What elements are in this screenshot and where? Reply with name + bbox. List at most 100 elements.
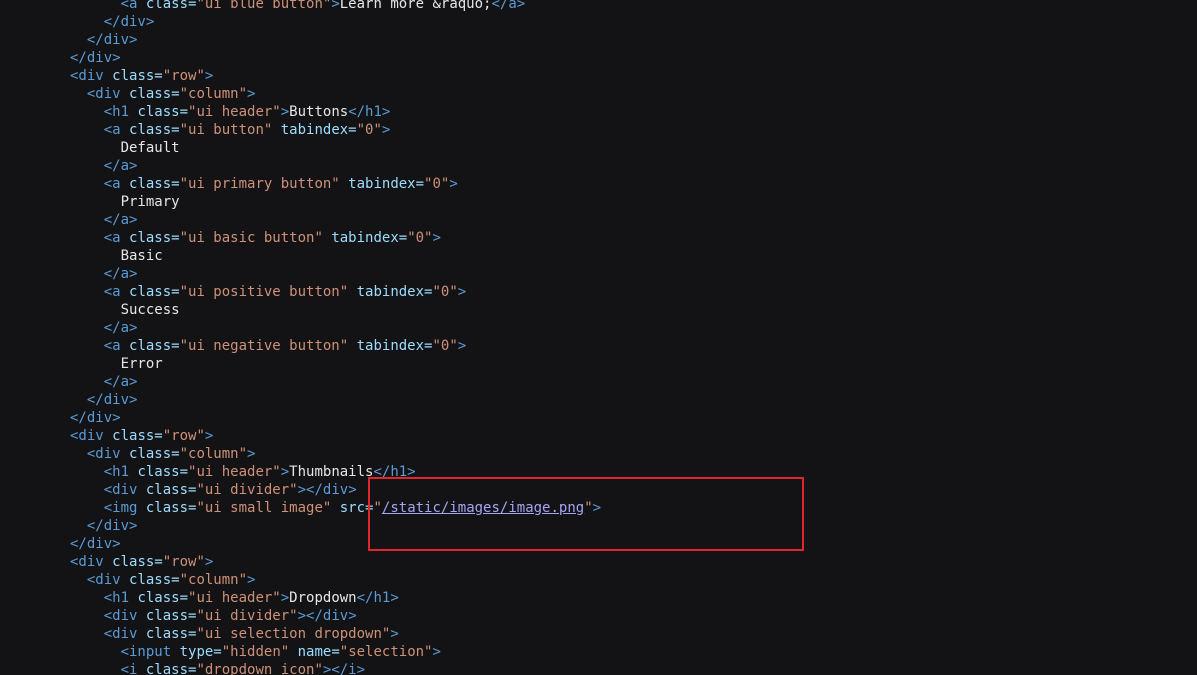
- code-line: </a>: [0, 157, 1197, 175]
- code-line: <input type="hidden" name="selection">: [0, 643, 1197, 661]
- code-token: <i: [120, 662, 146, 675]
- code-token: >: [280, 590, 290, 606]
- code-token: "ui divider": [196, 482, 298, 498]
- code-token: class=: [129, 446, 180, 462]
- code-line: <div class="row">: [0, 67, 1197, 85]
- code-line: <h1 class="ui header">Buttons</h1>: [0, 103, 1197, 121]
- code-token: <div: [103, 482, 146, 498]
- code-token: "ui positive button": [179, 284, 349, 300]
- code-token: </h1>: [348, 104, 391, 120]
- code-token: </div>: [306, 608, 357, 624]
- code-token: </div>: [86, 518, 138, 534]
- code-token: "row": [162, 68, 205, 84]
- code-token: "column": [179, 572, 248, 588]
- code-line: </div>: [0, 517, 1197, 535]
- code-token: >: [457, 338, 467, 354]
- code-line: <a class="ui button" tabindex="0">: [0, 121, 1197, 139]
- code-line: <img class="ui small image" src="/static…: [0, 499, 1197, 517]
- code-line: </div>: [0, 13, 1197, 31]
- code-token: src=: [331, 500, 374, 516]
- code-token: "column": [179, 86, 248, 102]
- code-token: >: [390, 626, 399, 642]
- code-token: >: [592, 500, 602, 516]
- code-token: "ui primary button": [179, 176, 340, 192]
- code-line: </a>: [0, 265, 1197, 283]
- code-line: <i class="dropdown icon"></i>: [0, 661, 1197, 675]
- code-token: "ui header": [188, 464, 281, 480]
- code-line: <div class="ui divider"></div>: [0, 607, 1197, 625]
- code-token: "ui header": [188, 590, 281, 606]
- code-token: >: [247, 446, 256, 462]
- code-line: <h1 class="ui header">Dropdown</h1>: [0, 589, 1197, 607]
- code-token: </div>: [70, 410, 121, 426]
- source-code-viewer[interactable]: <a class="ui blue button">Learn more &ra…: [0, 0, 1197, 675]
- code-token: </a>: [491, 0, 526, 12]
- code-token: class=: [145, 500, 197, 516]
- code-token: class=: [129, 338, 180, 354]
- code-token: <div: [70, 68, 113, 84]
- code-token: <div: [86, 572, 130, 588]
- code-token: </a>: [103, 320, 138, 336]
- code-token: Default: [70, 140, 180, 156]
- code-line: Basic: [0, 247, 1197, 265]
- code-line: <div class="column">: [0, 445, 1197, 463]
- code-line: <a class="ui primary button" tabindex="0…: [0, 175, 1197, 193]
- code-line: <div class="column">: [0, 85, 1197, 103]
- code-line: <a class="ui basic button" tabindex="0">: [0, 229, 1197, 247]
- code-token: "0": [407, 230, 433, 246]
- code-token: class=: [145, 0, 197, 12]
- code-token: </a>: [103, 266, 138, 282]
- code-token: </h1>: [356, 590, 399, 606]
- code-token: "ui negative button": [179, 338, 349, 354]
- code-token: >: [204, 68, 214, 84]
- code-token: >: [449, 176, 458, 192]
- code-token: >: [381, 122, 391, 138]
- code-token: <h1: [103, 590, 138, 606]
- code-token: class=: [129, 86, 180, 102]
- code-token: class=: [145, 626, 197, 642]
- code-token: "0": [424, 176, 450, 192]
- code-token: "row": [162, 428, 205, 444]
- code-token: Success: [70, 302, 180, 318]
- code-token: <div: [103, 626, 146, 642]
- code-token: Thumbnails: [289, 464, 374, 480]
- code-token: <div: [86, 86, 130, 102]
- code-token: >: [247, 572, 256, 588]
- code-token: Learn more &raquo;: [339, 0, 492, 12]
- code-token: <input: [120, 644, 180, 660]
- source-link[interactable]: /static/images/image.png: [382, 500, 584, 516]
- code-token: >: [297, 482, 307, 498]
- code-token: </a>: [103, 158, 138, 174]
- code-token: </div>: [103, 14, 155, 30]
- code-token: class=: [129, 284, 180, 300]
- code-token: >: [204, 428, 214, 444]
- code-line: <h1 class="ui header">Thumbnails</h1>: [0, 463, 1197, 481]
- code-token: <h1: [103, 104, 138, 120]
- code-token: </h1>: [373, 464, 416, 480]
- code-token: class=: [137, 590, 189, 606]
- code-token: Error: [70, 356, 163, 372]
- code-token: </i>: [331, 662, 366, 675]
- code-token: class=: [145, 482, 197, 498]
- code-token: ": [373, 500, 382, 516]
- code-token: </div>: [86, 32, 138, 48]
- code-token: <a: [103, 338, 130, 354]
- code-token: "ui selection dropdown": [196, 626, 391, 642]
- code-token: tabindex=: [322, 230, 408, 246]
- code-token: class=: [129, 572, 180, 588]
- code-token: class=: [137, 104, 189, 120]
- code-token: tabindex=: [339, 176, 425, 192]
- code-token: >: [432, 644, 441, 660]
- code-token: <div: [70, 554, 113, 570]
- code-token: ": [584, 500, 593, 516]
